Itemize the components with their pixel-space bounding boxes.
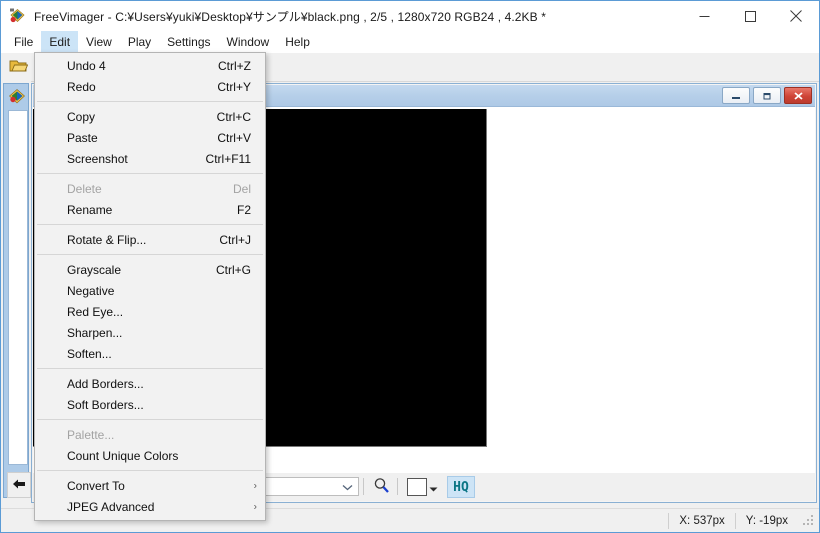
menu-separator [37, 224, 263, 225]
menu-bar: File Edit View Play Settings Window Help [1, 31, 819, 53]
menu-window[interactable]: Window [219, 31, 278, 53]
menu-item-label: Paste [67, 131, 217, 145]
menu-separator [37, 419, 263, 420]
chevron-right-icon: › [254, 501, 257, 512]
menu-item-redo[interactable]: Redo Ctrl+Y [35, 76, 265, 97]
menu-item-label: Rename [67, 203, 237, 217]
menu-item-label: Palette... [67, 428, 251, 442]
status-y-coordinate: Y: -19px [735, 513, 798, 529]
menu-item-rotate-flip[interactable]: Rotate & Flip... Ctrl+J [35, 229, 265, 250]
maximize-button[interactable] [727, 1, 773, 31]
magnifier-icon [373, 477, 390, 497]
close-button[interactable] [773, 1, 819, 31]
color-dropdown-button[interactable] [429, 482, 438, 496]
high-quality-toggle[interactable]: HQ [447, 476, 475, 498]
menu-item-accelerator: Ctrl+Z [218, 59, 255, 73]
application-window: FreeVimager - C:¥Users¥yuki¥Desktop¥サンプル… [0, 0, 820, 533]
menu-help[interactable]: Help [277, 31, 318, 53]
left-side-panel [1, 81, 31, 506]
menu-item-label: Red Eye... [67, 305, 251, 319]
menu-item-negative[interactable]: Negative [35, 280, 265, 301]
menu-item-paste[interactable]: Paste Ctrl+V [35, 127, 265, 148]
menu-item-label: Copy [67, 110, 217, 124]
menu-item-label: Soften... [67, 347, 251, 361]
menu-item-grayscale[interactable]: Grayscale Ctrl+G [35, 259, 265, 280]
menu-item-label: Sharpen... [67, 326, 251, 340]
menu-item-sharpen[interactable]: Sharpen... [35, 322, 265, 343]
menu-item-rename[interactable]: Rename F2 [35, 199, 265, 220]
menu-item-screenshot[interactable]: Screenshot Ctrl+F11 [35, 148, 265, 169]
menu-item-copy[interactable]: Copy Ctrl+C [35, 106, 265, 127]
status-x-coordinate: X: 537px [668, 513, 734, 529]
menu-item-label: Soft Borders... [67, 398, 251, 412]
menu-item-accelerator: Ctrl+V [217, 131, 255, 145]
menu-separator [37, 368, 263, 369]
menu-separator [37, 254, 263, 255]
menu-item-jpeg-advanced[interactable]: JPEG Advanced › [35, 496, 265, 517]
menu-item-label: Undo 4 [67, 59, 218, 73]
menu-file[interactable]: File [6, 31, 41, 53]
window-controls [681, 1, 819, 31]
menu-item-label: Count Unique Colors [67, 449, 251, 463]
toolbar-separator-3 [397, 478, 398, 495]
menu-item-accelerator: Ctrl+G [216, 263, 255, 277]
thumbnail-list[interactable] [8, 110, 28, 465]
menu-play[interactable]: Play [120, 31, 159, 53]
left-arrow-icon [12, 478, 26, 493]
menu-item-accelerator: Ctrl+C [217, 110, 255, 124]
menu-view[interactable]: View [78, 31, 120, 53]
menu-separator [37, 173, 263, 174]
background-color-swatch[interactable] [407, 478, 427, 496]
menu-item-accelerator: F2 [237, 203, 255, 217]
menu-separator [37, 470, 263, 471]
chevron-down-icon [342, 480, 353, 494]
menu-item-accelerator: Ctrl+F11 [206, 152, 255, 166]
menu-item-count-unique-colors[interactable]: Count Unique Colors [35, 445, 265, 466]
menu-item-accelerator: Del [233, 182, 255, 196]
menu-item-label: Screenshot [67, 152, 206, 166]
title-bar: FreeVimager - C:¥Users¥yuki¥Desktop¥サンプル… [1, 1, 819, 31]
menu-item-accelerator: Ctrl+J [219, 233, 255, 247]
window-title: FreeVimager - C:¥Users¥yuki¥Desktop¥サンプル… [34, 8, 546, 25]
menu-item-label: Convert To [67, 479, 255, 493]
menu-item-label: Redo [67, 80, 217, 94]
open-file-button[interactable] [4, 55, 32, 79]
menu-item-accelerator: Ctrl+Y [217, 80, 255, 94]
menu-item-delete: Delete Del [35, 178, 265, 199]
menu-separator [37, 101, 263, 102]
zoom-tool-button[interactable] [371, 477, 391, 497]
minimize-button[interactable] [681, 1, 727, 31]
menu-edit[interactable]: Edit [41, 31, 78, 53]
panel-collapse-button[interactable] [7, 472, 31, 498]
resize-grip-icon[interactable] [802, 514, 816, 528]
open-folder-icon [9, 58, 28, 77]
chevron-right-icon: › [254, 480, 257, 491]
menu-item-convert-to[interactable]: Convert To › [35, 475, 265, 496]
menu-item-soft-borders[interactable]: Soft Borders... [35, 394, 265, 415]
menu-item-label: Rotate & Flip... [67, 233, 219, 247]
mdi-restore-button[interactable] [753, 87, 781, 104]
menu-settings[interactable]: Settings [159, 31, 218, 53]
mdi-window-controls [722, 87, 812, 104]
menu-item-red-eye[interactable]: Red Eye... [35, 301, 265, 322]
edit-dropdown-menu: Undo 4 Ctrl+Z Redo Ctrl+Y Copy Ctrl+C Pa… [34, 52, 266, 521]
left-panel-inner [3, 83, 29, 498]
menu-item-label: JPEG Advanced [67, 500, 255, 514]
image-thumbnail-icon[interactable] [8, 88, 26, 106]
menu-item-label: Delete [67, 182, 233, 196]
menu-item-undo[interactable]: Undo 4 Ctrl+Z [35, 55, 265, 76]
mdi-minimize-button[interactable] [722, 87, 750, 104]
menu-item-label: Negative [67, 284, 251, 298]
menu-item-add-borders[interactable]: Add Borders... [35, 373, 265, 394]
menu-item-label: Grayscale [67, 263, 216, 277]
menu-item-palette: Palette... [35, 424, 265, 445]
mdi-close-button[interactable] [784, 87, 812, 104]
toolbar-separator-2 [363, 478, 364, 495]
menu-item-soften[interactable]: Soften... [35, 343, 265, 364]
menu-item-label: Add Borders... [67, 377, 251, 391]
zoom-level-combobox[interactable] [263, 477, 359, 496]
freevimager-app-icon [9, 8, 26, 25]
